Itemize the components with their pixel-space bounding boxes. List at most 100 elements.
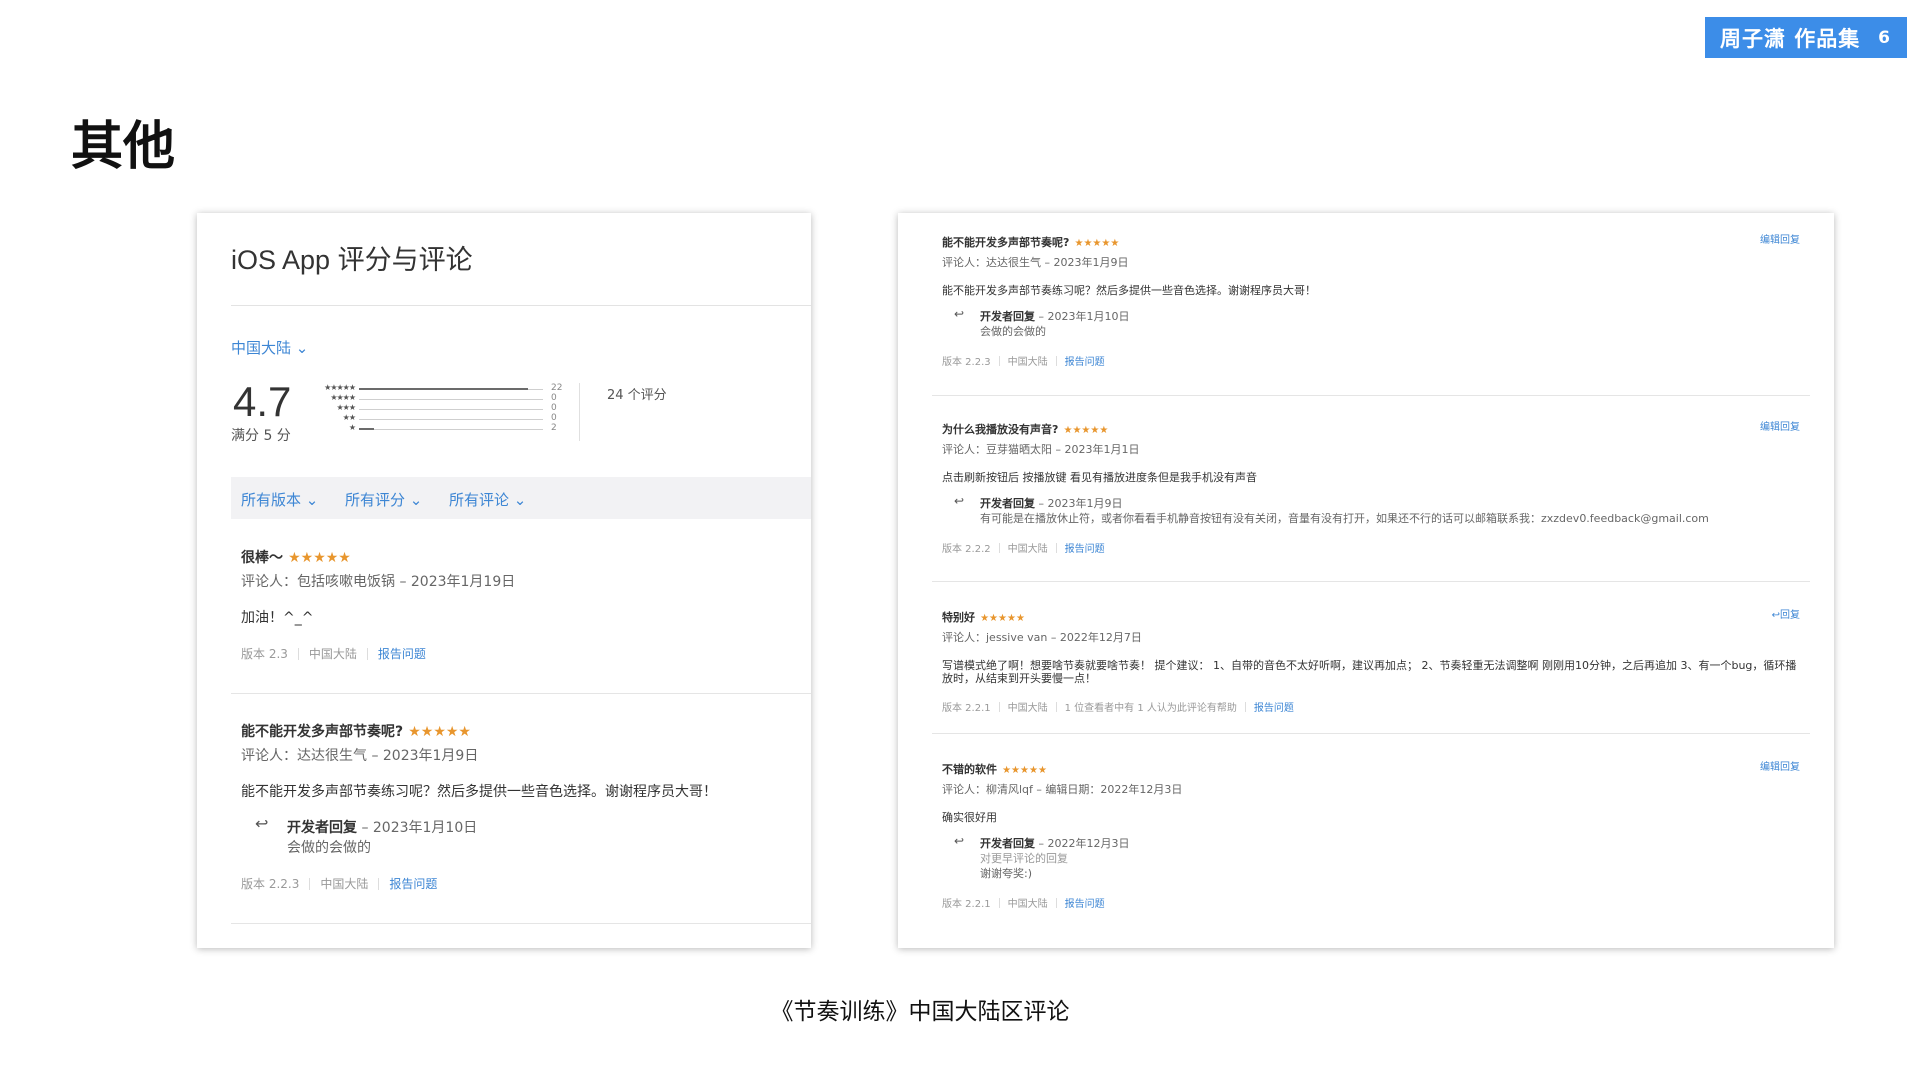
review-footer: 版本 2.2.1 中国大陆 1 位查看者中有 1 人认为此评论有帮助 报告问题	[942, 699, 1806, 714]
review-footer: 版本 2.3 中国大陆 报告问题	[241, 645, 797, 662]
review-body: 加油！^_^	[241, 610, 314, 626]
review-item: 编辑回复 不错的软件 ★★★★★ 评论人：柳清风lqf – 编辑日期：2022年…	[942, 758, 1806, 910]
region-dropdown[interactable]: 中国大陆 ⌄	[231, 337, 308, 358]
report-problem-link[interactable]: 报告问题	[1065, 357, 1105, 368]
page-number: 6	[1878, 27, 1890, 48]
filter-rating[interactable]: 所有评分 ⌄	[345, 489, 422, 510]
star-rating: ★★★★★	[408, 724, 471, 740]
review-region: 中国大陆	[320, 877, 369, 891]
histogram-track	[359, 409, 543, 410]
histogram-count: 22	[551, 383, 563, 393]
review-title: 不错的软件	[942, 763, 997, 776]
reply-link[interactable]: ↩回复	[1772, 606, 1800, 621]
report-problem-link[interactable]: 报告问题	[378, 647, 426, 661]
histogram-track	[359, 399, 543, 400]
divider	[579, 383, 580, 441]
review-body: 写谱模式绝了啊！想要啥节奏就要啥节奏！ 提个建议： 1、自带的音色不太好听啊，建…	[942, 659, 1797, 685]
review-meta: 评论人：达达很生气 – 2023年1月9日	[942, 256, 1129, 269]
star-rating: ★★★★★	[1063, 425, 1109, 436]
review-region: 中国大陆	[308, 647, 357, 661]
review-version: 版本 2.3	[241, 647, 288, 661]
review-title: 很棒～	[241, 550, 283, 566]
star-rating: ★★★★★	[1074, 238, 1120, 249]
review-body: 确实很好用	[942, 811, 997, 824]
developer-reply: ↩ 开发者回复 – 2023年1月9日 有可能是在播放休止符，或者你看看手机静音…	[954, 494, 1806, 526]
histogram-count: 0	[551, 413, 557, 423]
divider	[932, 581, 1810, 582]
review-footer: 版本 2.2.1 中国大陆 报告问题	[942, 895, 1806, 910]
histogram-count: 0	[551, 393, 557, 403]
page-title: 其他	[71, 117, 176, 177]
developer-reviews-screenshot: 编辑回复 能不能开发多声部节奏呢? ★★★★★ 评论人：达达很生气 – 2023…	[898, 213, 1834, 948]
review-meta: 评论人：达达很生气 – 2023年1月9日	[241, 748, 479, 764]
divider	[231, 923, 811, 924]
review-body: 能不能开发多声部节奏练习呢？然后多提供一些音色选择。谢谢程序员大哥！	[241, 784, 717, 800]
review-meta: 评论人：jessive van – 2022年12月7日	[942, 631, 1142, 644]
rating-scale-label: 满分 5 分	[231, 428, 291, 444]
review-title: 为什么我播放没有声音?	[942, 423, 1059, 436]
developer-reply: ↩ 开发者回复 – 2023年1月10日 会做的会做的	[255, 814, 797, 857]
histogram-stars: ★★★★	[330, 393, 356, 402]
review-item: ↩回复 特别好 ★★★★★ 评论人：jessive van – 2022年12月…	[942, 606, 1806, 714]
ratings-reviews-screenshot: iOS App 评分与评论 中国大陆 ⌄ 4.7 满分 5 分 ★★★★★ 22…	[197, 213, 811, 948]
report-problem-link[interactable]: 报告问题	[389, 877, 437, 891]
reply-arrow-icon: ↩	[954, 834, 965, 848]
histogram-stars: ★★	[342, 413, 356, 422]
star-rating: ★★★★★	[1002, 765, 1047, 776]
review-body: 能不能开发多声部节奏练习呢？然后多提供一些音色选择。谢谢程序员大哥！	[942, 284, 1316, 297]
reply-arrow-icon: ↩	[1771, 610, 1780, 621]
reply-date: – 2023年1月9日	[1035, 497, 1123, 510]
reply-action-label: 回复	[1780, 610, 1800, 621]
histogram-row: ★ 2	[315, 423, 575, 435]
histogram-count: 2	[551, 423, 557, 433]
divider	[231, 693, 811, 694]
histogram-fill	[359, 428, 374, 430]
star-rating: ★★★★★	[288, 550, 351, 566]
figure-caption: 《节奏训练》中国大陆区评论	[770, 999, 1070, 1025]
total-ratings: 24 个评分	[607, 388, 667, 403]
reply-label: 开发者回复	[287, 820, 357, 836]
reply-label: 开发者回复	[980, 497, 1035, 510]
reply-text: 有可能是在播放休止符，或者你看看手机静音按钮有没有关闭，音量有没有打开，如果还不…	[980, 512, 1709, 525]
histogram-track	[359, 428, 543, 430]
edit-reply-link[interactable]: 编辑回复	[1760, 758, 1800, 773]
reply-arrow-icon: ↩	[954, 307, 965, 321]
reply-label: 开发者回复	[980, 310, 1035, 323]
edit-reply-link[interactable]: 编辑回复	[1760, 418, 1800, 433]
report-problem-link[interactable]: 报告问题	[1065, 899, 1105, 910]
review-version: 版本 2.2.3	[241, 877, 300, 891]
reply-arrow-icon: ↩	[954, 494, 965, 508]
reply-arrow-icon: ↩	[255, 814, 269, 833]
edit-reply-link[interactable]: 编辑回复	[1760, 231, 1800, 246]
histogram-track	[359, 419, 543, 420]
review-version: 版本 2.2.1	[942, 899, 991, 910]
divider	[932, 395, 1810, 396]
report-problem-link[interactable]: 报告问题	[1254, 703, 1294, 714]
review-title: 能不能开发多声部节奏呢?	[241, 724, 404, 740]
histogram-stars: ★	[348, 423, 356, 432]
filter-version[interactable]: 所有版本 ⌄	[241, 489, 318, 510]
portfolio-badge: 周子潇 作品集 6	[1705, 17, 1907, 58]
star-rating: ★★★★★	[980, 613, 1025, 624]
review-title: 特别好	[942, 611, 975, 624]
average-rating: 4.7	[233, 378, 292, 425]
review-item: 很棒～ ★★★★★ 评论人：包括咳嗽电饭锅 – 2023年1月19日 加油！^_…	[241, 547, 797, 662]
reply-note: 对更早评论的回复	[980, 852, 1068, 865]
review-region: 中国大陆	[1007, 899, 1048, 910]
review-body: 点击刷新按钮后 按播放键 看见有播放进度条但是我手机没有声音	[942, 471, 1257, 484]
reply-label: 开发者回复	[980, 837, 1035, 850]
histogram-stars: ★★★	[336, 403, 355, 412]
filter-review[interactable]: 所有评论 ⌄	[449, 489, 526, 510]
histogram-fill	[359, 388, 529, 390]
ratings-title: iOS App 评分与评论	[231, 245, 473, 275]
filter-bar: 所有版本 ⌄ 所有评分 ⌄ 所有评论 ⌄	[231, 477, 811, 519]
review-item: 编辑回复 为什么我播放没有声音? ★★★★★ 评论人：豆芽猫晒太阳 – 2023…	[942, 418, 1806, 555]
review-region: 中国大陆	[1007, 357, 1048, 368]
reply-date: – 2022年12月3日	[1035, 837, 1130, 850]
reply-text: 会做的会做的	[287, 840, 371, 856]
review-meta: 评论人：豆芽猫晒太阳 – 2023年1月1日	[942, 443, 1140, 456]
histogram-stars: ★★★★★	[324, 383, 356, 392]
review-footer: 版本 2.2.3 中国大陆 报告问题	[942, 353, 1806, 368]
reply-text: 谢谢夸奖:)	[980, 867, 1032, 880]
report-problem-link[interactable]: 报告问题	[1065, 544, 1105, 555]
